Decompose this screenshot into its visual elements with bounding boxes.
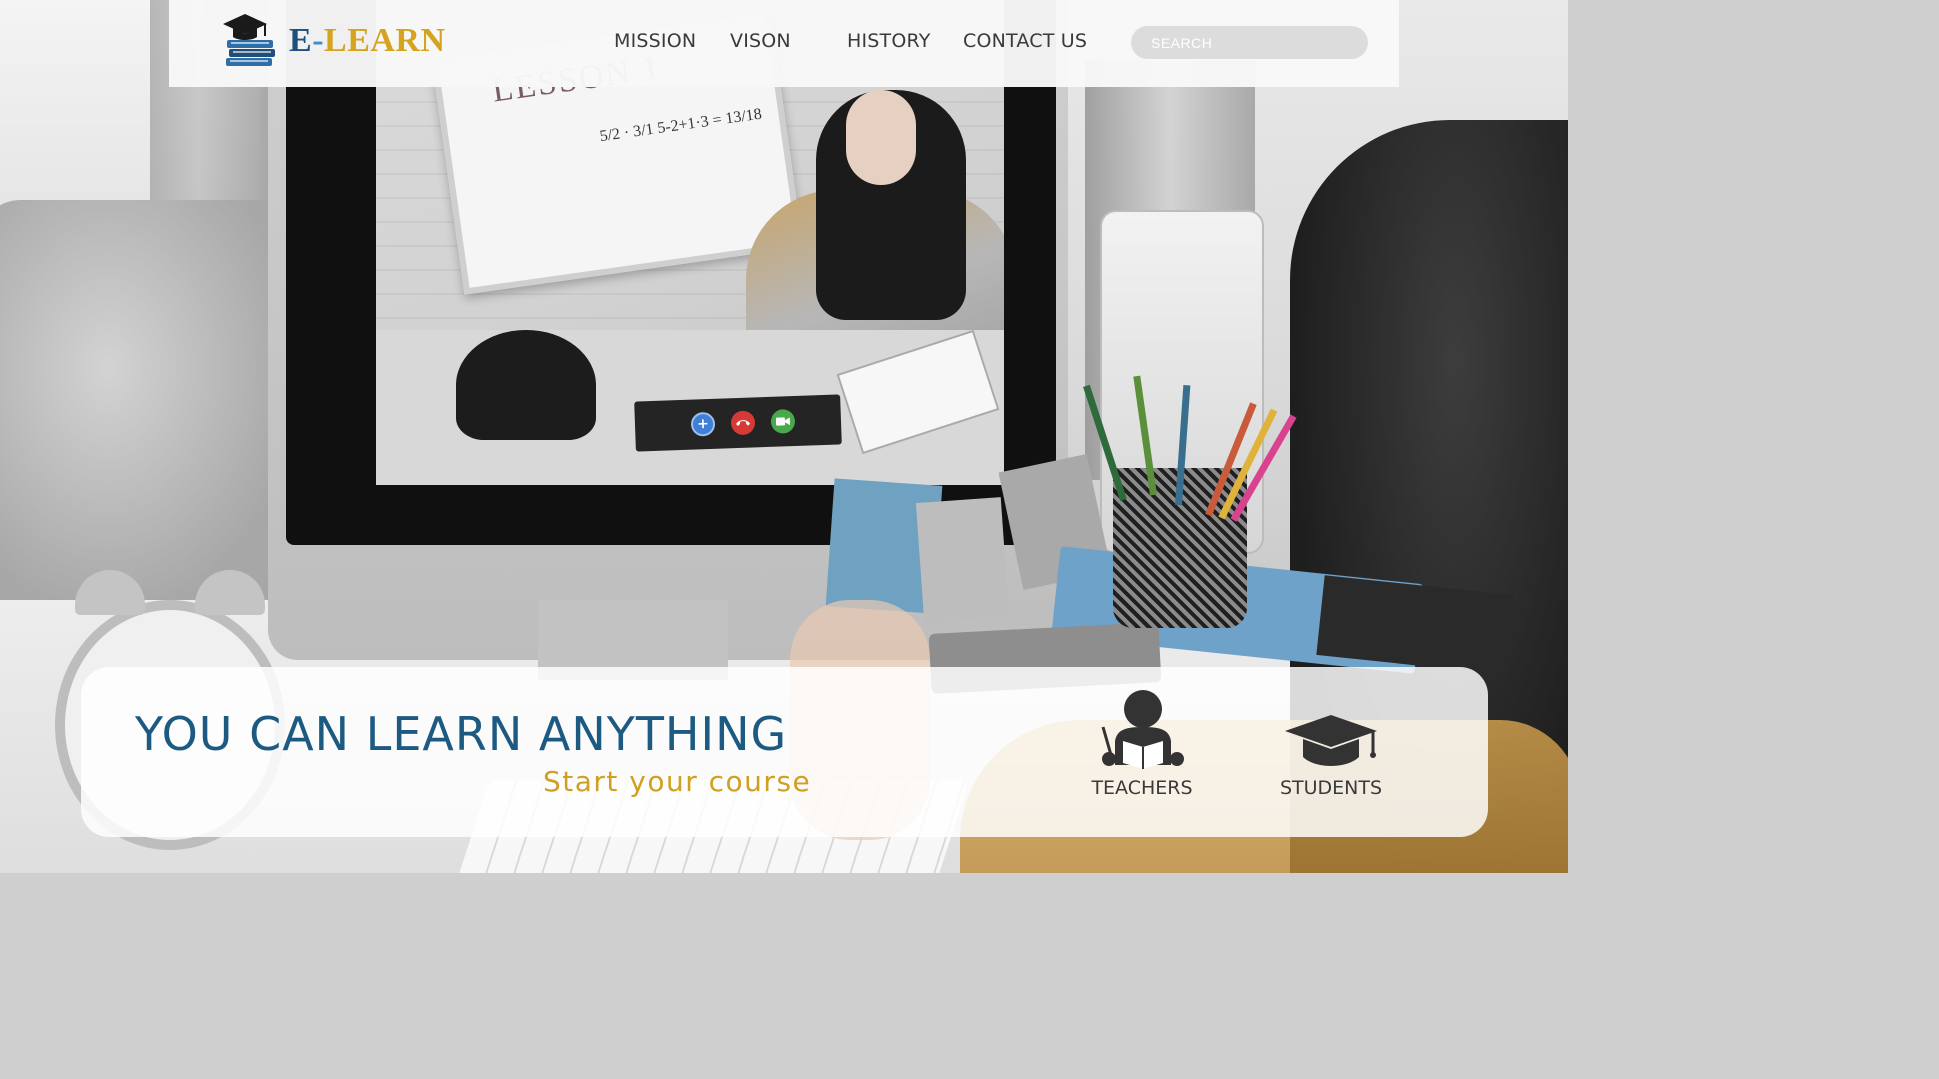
students-button[interactable]: STUDENTS: [1273, 713, 1389, 799]
hero-subtitle-link[interactable]: Start your course: [543, 765, 811, 798]
nav-history[interactable]: HISTORY: [847, 30, 931, 52]
desk-lamp: [456, 330, 596, 440]
search-input[interactable]: [1131, 26, 1368, 59]
nav-mission[interactable]: MISSION: [614, 30, 696, 52]
call-controls: +: [634, 394, 842, 452]
phone-hangup-icon: [736, 420, 751, 426]
graduation-cap-icon: [1285, 715, 1377, 766]
teacher-reading-icon: [1101, 690, 1184, 769]
add-participant-button[interactable]: +: [690, 411, 716, 437]
brand-name[interactable]: E-LEARN: [289, 22, 446, 60]
hero-banner: YOU CAN LEARN ANYTHING Start your course…: [81, 667, 1488, 837]
top-navigation-bar: E-LEARN MISSION VISON HISTORY CONTACT US: [169, 0, 1399, 87]
teachers-button[interactable]: TEACHERS: [1084, 689, 1200, 799]
students-label: STUDENTS: [1279, 777, 1383, 799]
sticky-note-gray: [915, 497, 1010, 623]
plus-icon: +: [696, 416, 710, 433]
video-camera-icon: [775, 417, 791, 426]
teacher-face: [846, 90, 916, 185]
teachers-label: TEACHERS: [1091, 777, 1193, 799]
hero-title: YOU CAN LEARN ANYTHING: [135, 707, 788, 761]
sofa: [0, 200, 300, 620]
video-toggle-button[interactable]: [770, 409, 796, 434]
whiteboard-math: 5/2 · 3/1 5-2+1·3 = 13/18: [598, 105, 763, 146]
hang-up-button[interactable]: [730, 410, 756, 436]
books-graduation-cap-icon: [223, 14, 275, 66]
nav-vision[interactable]: VISON: [730, 30, 791, 52]
nav-contact-us[interactable]: CONTACT US: [963, 30, 1087, 52]
